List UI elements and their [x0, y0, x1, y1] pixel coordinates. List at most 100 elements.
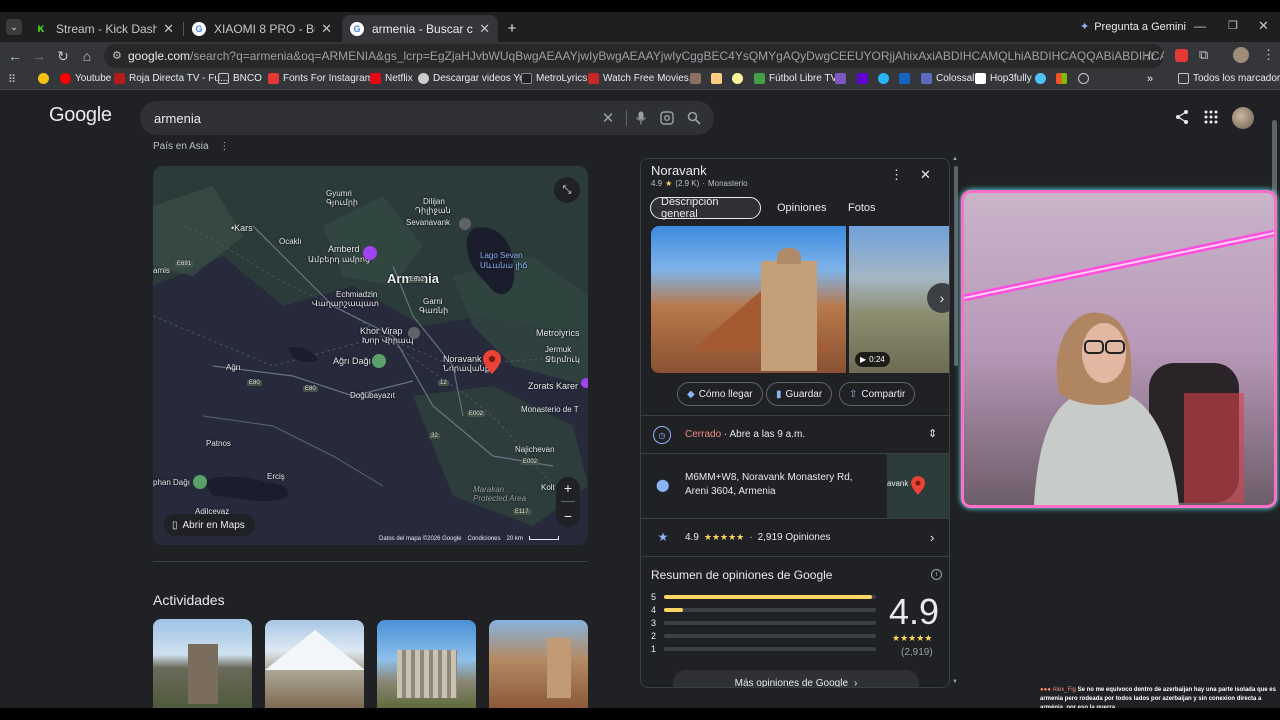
bookmark-bnco[interactable]: BNCO	[218, 73, 262, 84]
chat-badge-icons: ●●●	[1040, 687, 1051, 693]
panel-more-icon[interactable]: ⋮	[890, 167, 903, 183]
google-logo[interactable]: Google	[49, 104, 112, 127]
reload-button[interactable]: ↻	[53, 46, 73, 66]
home-button[interactable]: ⌂	[77, 46, 97, 66]
bookmark-metrolyrics[interactable]: MetroLyrics	[521, 73, 587, 84]
bookmark-netflix[interactable]: Netflix	[370, 73, 413, 84]
bookmarks-overflow-button[interactable]: »	[1147, 73, 1153, 85]
new-tab-button[interactable]: +	[503, 19, 521, 37]
activity-card-3[interactable]	[377, 620, 476, 708]
close-tab-icon[interactable]: ✕	[163, 21, 174, 37]
panel-close-icon[interactable]: ✕	[920, 167, 931, 183]
clear-search-icon[interactable]: ✕	[599, 109, 617, 127]
search-icon[interactable]	[685, 109, 703, 127]
bookmark-descargar[interactable]: Descargar videos Yo...	[418, 73, 533, 84]
tab-photos[interactable]: Fotos	[838, 197, 886, 219]
open-in-maps-button[interactable]: ▯ Abrir en Maps	[164, 514, 255, 536]
apps-grid-icon[interactable]: ⠿	[8, 73, 16, 86]
tab-armenia-search[interactable]: G armenia - Buscar con Google ✕	[342, 15, 498, 42]
bookmark-emoji[interactable]	[38, 73, 53, 84]
panel-scrollbar[interactable]: ▲ ▼	[952, 156, 959, 685]
chevron-right-icon: ›	[854, 677, 858, 688]
bookmark-youtube[interactable]: Youtube	[60, 73, 111, 84]
save-button[interactable]: ▮ Guardar	[766, 382, 833, 406]
tab-kick-dashboard[interactable]: K Stream - Kick Dashboard ✕	[26, 15, 182, 42]
activity-card-2[interactable]	[265, 620, 364, 708]
extension-icon[interactable]	[1175, 49, 1188, 62]
activity-card-4[interactable]	[489, 620, 588, 708]
lens-search-icon[interactable]	[658, 109, 676, 127]
forward-button[interactable]: →	[29, 46, 49, 66]
bookmark-yahoo[interactable]	[857, 73, 872, 84]
mini-map-thumbnail[interactable]: avank	[887, 454, 949, 519]
chrome-menu-icon[interactable]: ⋮	[1262, 47, 1275, 63]
sevanavank-monastery-pin-icon[interactable]	[459, 218, 471, 230]
close-tab-icon[interactable]: ✕	[479, 21, 490, 37]
close-window-button[interactable]: ✕	[1258, 18, 1269, 34]
address-row[interactable]: ⬤ M6MM+W8, Noravank Monastery Rd, Areni …	[641, 453, 949, 519]
close-tab-icon[interactable]: ✕	[321, 21, 332, 37]
amberd-castle-pin-icon[interactable]	[363, 246, 377, 260]
all-bookmarks-folder[interactable]: Todos los marcadores	[1178, 73, 1280, 84]
minimize-button[interactable]: —	[1194, 19, 1206, 33]
back-button[interactable]: ←	[5, 46, 25, 66]
site-info-icon[interactable]: ⚙	[112, 49, 122, 62]
info-icon[interactable]: i	[931, 569, 942, 580]
share-place-button[interactable]: ⇧ Compartir	[839, 382, 916, 406]
bookmark-fonts[interactable]: Fonts For Instagram...	[268, 73, 381, 84]
expand-hours-icon[interactable]: ⇕	[928, 427, 937, 440]
zorats-pin-icon[interactable]	[581, 378, 588, 388]
account-avatar[interactable]	[1232, 107, 1254, 129]
map-label-sevanavank: Sevanavank	[406, 218, 451, 227]
bookmark-star-icon[interactable]: ☆	[1144, 48, 1156, 64]
reviews-row[interactable]: ★ 4.9 ★★★★★ · 2,919 Opiniones ›	[641, 518, 949, 556]
profile-avatar[interactable]	[1233, 47, 1249, 63]
collapse-map-button[interactable]: ⤡	[554, 177, 580, 203]
search-input[interactable]: armenia ✕	[140, 101, 714, 135]
mountain-pin-icon[interactable]	[372, 354, 386, 368]
bookmark-hop3fully[interactable]: Hop3fully	[975, 73, 1032, 84]
voice-search-icon[interactable]	[632, 109, 650, 127]
bookmark-futbol-libre[interactable]: Fútbol Libre TV	[754, 73, 837, 84]
tab-reviews[interactable]: Opiniones	[767, 197, 837, 219]
address-bar[interactable]: ⚙ google.com /search?q=armenia&oq=ARMENI…	[104, 44, 1164, 68]
share-icon[interactable]	[1175, 109, 1189, 128]
directions-button[interactable]: ◆ Cómo llegar	[677, 382, 763, 406]
restore-button[interactable]: ❐	[1228, 19, 1238, 32]
scroll-down-icon[interactable]: ▼	[952, 679, 958, 685]
bookmark-colossal[interactable]: Colossal	[921, 73, 974, 84]
activity-card-1[interactable]	[153, 619, 252, 708]
tab-xiaomi-search[interactable]: G XIAOMI 8 PRO - Buscar con Go ✕	[184, 15, 340, 42]
rating-count[interactable]: (2.9 K)	[675, 179, 699, 188]
tab-search-button[interactable]: ⌄	[6, 19, 22, 35]
zoom-out-button[interactable]: −	[564, 508, 572, 524]
bookmark-misc-2[interactable]	[711, 73, 726, 84]
map-widget[interactable]: ⤡ •Kars Gyumri Գյումրի Dilijan Դիլիջան S…	[153, 166, 588, 545]
bookmark-misc-1[interactable]	[690, 73, 705, 84]
photos-next-button[interactable]: ›	[927, 283, 949, 313]
bookmark-misc-4[interactable]	[835, 73, 850, 84]
hours-row[interactable]: ◷ Cerrado · Abre a las 9 a.m. ⇕	[641, 415, 949, 453]
scroll-up-icon[interactable]: ▲	[952, 156, 958, 162]
bookmark-watch-movies[interactable]: Watch Free Movies...	[588, 73, 697, 84]
more-reviews-button[interactable]: Más opiniones de Google ›	[673, 670, 919, 688]
gemini-button[interactable]: ✦ Pregunta a Gemini	[1080, 20, 1186, 34]
panel-scrollbar-thumb[interactable]	[954, 166, 958, 366]
bookmark-misc-3[interactable]	[732, 73, 747, 84]
bookmark-microsoft[interactable]	[1056, 73, 1071, 84]
place-photo-main[interactable]	[651, 226, 846, 373]
bookmark-roja-directa[interactable]: Roja Directa TV - Fu...	[114, 73, 228, 84]
bookmark-misc-7[interactable]	[1035, 73, 1050, 84]
tab-overview[interactable]: Descripción general	[650, 196, 761, 220]
bookmark-misc-6[interactable]	[899, 73, 914, 84]
map-terms-link[interactable]: Condiciones	[467, 536, 500, 542]
zoom-in-button[interactable]: +	[564, 480, 572, 496]
bookmark-misc-5[interactable]	[878, 73, 893, 84]
bookmark-misc-8[interactable]	[1078, 73, 1093, 84]
khor-virap-pin-icon[interactable]	[408, 327, 420, 339]
more-options-icon[interactable]: ⋮	[219, 141, 229, 152]
mountain-pin-icon[interactable]	[193, 475, 207, 489]
extensions-puzzle-icon[interactable]: ⧉	[1199, 47, 1208, 63]
google-apps-icon[interactable]	[1204, 110, 1218, 129]
noravank-location-pin-icon[interactable]	[483, 350, 501, 374]
